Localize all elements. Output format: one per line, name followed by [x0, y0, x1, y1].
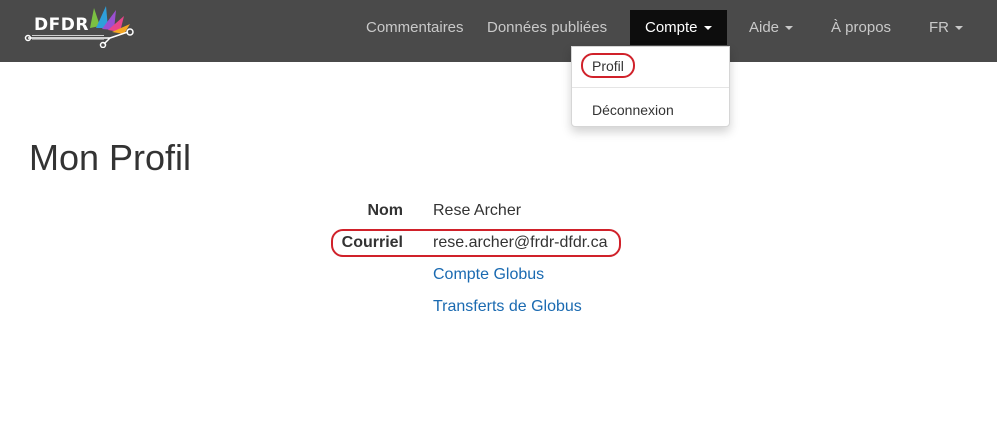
caret-down-icon: [703, 26, 712, 31]
page-title: Mon Profil: [29, 137, 192, 178]
nav-account[interactable]: Compte: [630, 10, 727, 45]
caret-down-icon: [785, 26, 794, 31]
menu-item-logout[interactable]: Déconnexion: [592, 102, 674, 118]
nav-about[interactable]: À propos: [831, 10, 891, 45]
highlight-ring-email: [331, 229, 621, 257]
logo-text: DFDR: [34, 15, 89, 35]
nav-language[interactable]: FR: [929, 10, 963, 45]
nav-published-data[interactable]: Données publiées: [487, 10, 607, 45]
nav-help[interactable]: Aide: [749, 10, 794, 45]
globus-transfers-link[interactable]: Transferts de Globus: [433, 298, 582, 316]
menu-divider: [572, 87, 729, 88]
nav-language-label: FR: [929, 19, 949, 36]
nav-account-label: Compte: [645, 19, 698, 36]
nav-comments[interactable]: Commentaires: [366, 10, 464, 45]
logo-tagline-strip: [32, 35, 104, 40]
name-label: Nom: [367, 202, 403, 219]
nav-help-label: Aide: [749, 19, 780, 36]
caret-down-icon: [955, 26, 963, 31]
name-value: Rese Archer: [433, 202, 522, 219]
brand-logo[interactable]: DFDR: [24, 2, 136, 48]
top-navbar: DFDR Commentaires Données publiées Compt…: [0, 0, 997, 62]
highlight-ring-profile: [581, 53, 635, 78]
globus-account-link[interactable]: Compte Globus: [433, 266, 544, 284]
